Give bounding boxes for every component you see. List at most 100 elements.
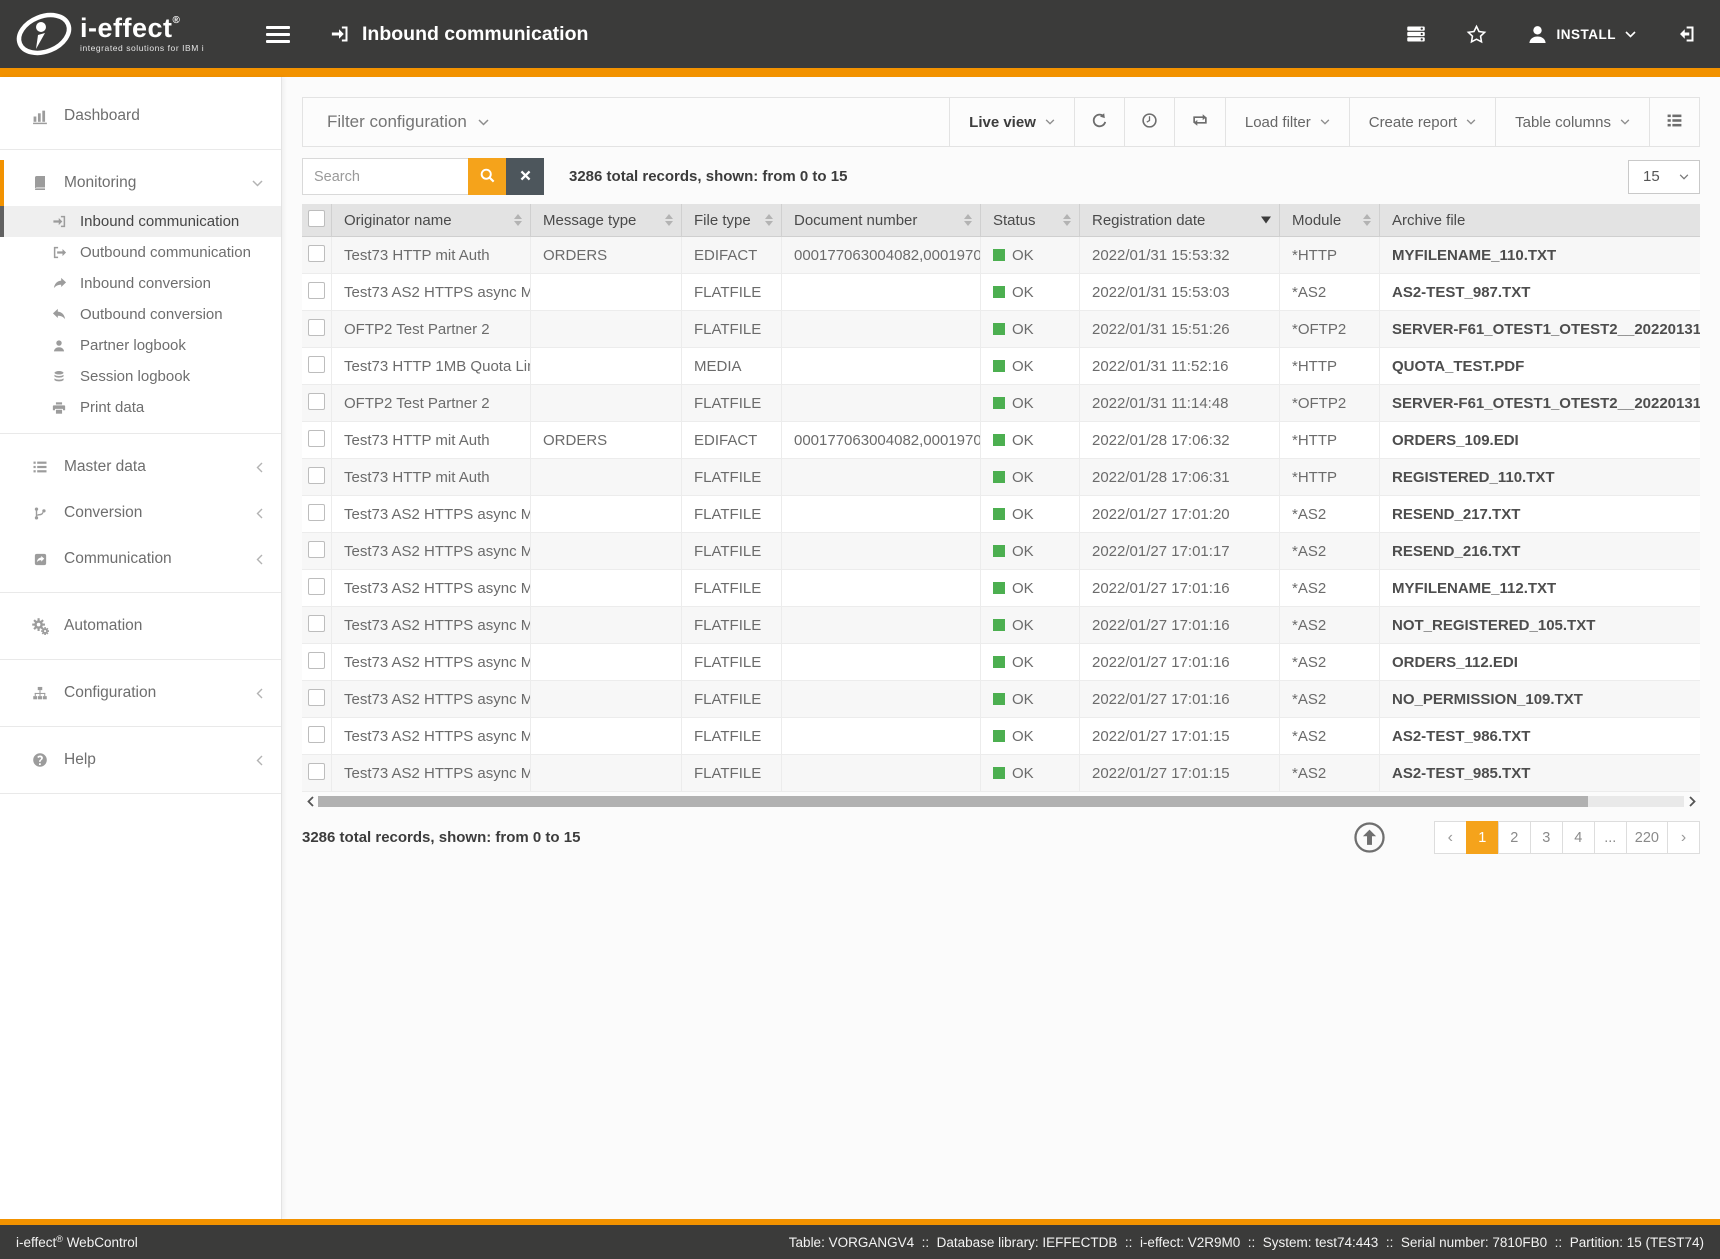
table-row[interactable]: OFTP2 Test Partner 2FLATFILEOK2022/01/31… (302, 385, 1700, 422)
row-checkbox[interactable] (308, 430, 325, 447)
logout-icon[interactable] (1676, 24, 1696, 44)
row-checkbox[interactable] (308, 689, 325, 706)
auto-reload-button[interactable] (1174, 98, 1225, 146)
row-checkbox[interactable] (308, 467, 325, 484)
sidebar-item-conversion[interactable]: Conversion (0, 490, 281, 536)
table-row[interactable]: Test73 AS2 HTTPS async MDNFLATFILEOK2022… (302, 607, 1700, 644)
cell-select (302, 681, 332, 718)
pagination-next[interactable]: › (1667, 821, 1700, 854)
row-checkbox[interactable] (308, 652, 325, 669)
column-header-file-type[interactable]: File type (682, 204, 782, 237)
sort-arrows-icon[interactable] (1363, 214, 1371, 226)
column-header-module[interactable]: Module (1280, 204, 1380, 237)
table-row[interactable]: Test73 AS2 HTTPS async MDNFLATFILEOK2022… (302, 274, 1700, 311)
sidebar-item-monitoring[interactable]: Monitoring (0, 160, 281, 206)
scroll-left-icon[interactable] (302, 796, 318, 807)
search-button[interactable] (468, 158, 506, 195)
table-row[interactable]: Test73 HTTP mit AuthORDERSEDIFACT0001770… (302, 237, 1700, 274)
pagination-page-2[interactable]: 2 (1498, 821, 1531, 854)
column-header-message-type[interactable]: Message type (531, 204, 682, 237)
scroll-right-icon[interactable] (1684, 796, 1700, 807)
table-row[interactable]: Test73 HTTP mit AuthORDERSEDIFACT0001770… (302, 422, 1700, 459)
column-header-status[interactable]: Status (981, 204, 1080, 237)
favorite-star-icon[interactable] (1466, 24, 1487, 45)
sidebar-item-help[interactable]: Help (0, 737, 281, 783)
table-row[interactable]: Test73 AS2 HTTPS async MDNFLATFILEOK2022… (302, 644, 1700, 681)
table-row[interactable]: Test73 AS2 HTTPS async MDNFLATFILEOK2022… (302, 533, 1700, 570)
sort-arrows-icon[interactable] (1063, 214, 1071, 226)
sort-arrows-icon[interactable] (665, 214, 673, 226)
table-row[interactable]: Test73 AS2 HTTPS async MDNFLATFILEOK2022… (302, 718, 1700, 755)
row-checkbox[interactable] (308, 356, 325, 373)
sidebar-item-label: Monitoring (64, 174, 136, 192)
pagination-page-1[interactable]: 1 (1466, 821, 1499, 854)
sidebar-item-automation[interactable]: Automation (0, 603, 281, 649)
clear-search-button[interactable] (506, 158, 544, 195)
row-checkbox[interactable] (308, 541, 325, 558)
select-all-checkbox[interactable] (308, 210, 325, 227)
column-header-label: Document number (794, 212, 917, 229)
row-checkbox[interactable] (308, 393, 325, 410)
list-view-button[interactable] (1649, 98, 1699, 146)
table-row[interactable]: Test73 AS2 HTTPS async MDNFLATFILEOK2022… (302, 681, 1700, 718)
server-icon[interactable] (1406, 24, 1426, 44)
sidebar-item-outbound-conversion[interactable]: Outbound conversion (0, 299, 281, 330)
column-header-registration-date[interactable]: Registration date (1080, 204, 1280, 237)
scrollbar-track[interactable] (318, 796, 1684, 807)
search-input[interactable] (302, 158, 468, 195)
table-row[interactable]: OFTP2 Test Partner 2FLATFILEOK2022/01/31… (302, 311, 1700, 348)
filter-toolbar: Filter configuration Live view Load (302, 97, 1700, 147)
row-checkbox[interactable] (308, 245, 325, 262)
sort-arrows-icon[interactable] (964, 214, 972, 226)
sidebar-item-outbound-communication[interactable]: Outbound communication (0, 237, 281, 268)
table-row[interactable]: Test73 AS2 HTTPS async MDNFLATFILEOK2022… (302, 755, 1700, 792)
scrollbar-thumb[interactable] (318, 796, 1588, 807)
column-header-label: File type (694, 212, 751, 229)
row-checkbox[interactable] (308, 726, 325, 743)
row-checkbox[interactable] (308, 615, 325, 632)
scroll-to-top-button[interactable] (1353, 821, 1386, 854)
table-columns-dropdown[interactable]: Table columns (1495, 98, 1649, 146)
table-row[interactable]: Test73 AS2 HTTPS async MDNFLATFILEOK2022… (302, 570, 1700, 607)
pagination-row: 3286 total records, shown: from 0 to 15 … (302, 821, 1700, 854)
sidebar-item-partner-logbook[interactable]: Partner logbook (0, 330, 281, 361)
live-view-dropdown[interactable]: Live view (949, 98, 1074, 146)
sort-arrows-icon[interactable] (514, 214, 522, 226)
table-row[interactable]: Test73 HTTP 1MB Quota LimitMEDIAOK2022/0… (302, 348, 1700, 385)
sidebar-item-dashboard[interactable]: Dashboard (0, 93, 281, 139)
column-header-document-number[interactable]: Document number (782, 204, 981, 237)
column-header-originator-name[interactable]: Originator name (332, 204, 531, 237)
row-checkbox[interactable] (308, 578, 325, 595)
create-report-dropdown[interactable]: Create report (1349, 98, 1495, 146)
sort-arrows-icon[interactable] (765, 214, 773, 226)
user-menu[interactable]: INSTALL (1527, 24, 1637, 45)
table-row[interactable]: Test73 HTTP mit AuthFLATFILEOK2022/01/28… (302, 459, 1700, 496)
schedule-button[interactable] (1124, 98, 1174, 146)
filter-configuration-dropdown[interactable]: Filter configuration (303, 98, 949, 146)
column-header-archive-file[interactable]: Archive file (1380, 204, 1700, 237)
row-checkbox[interactable] (308, 282, 325, 299)
sidebar-item-master-data[interactable]: Master data (0, 444, 281, 490)
pagination-prev[interactable]: ‹ (1434, 821, 1467, 854)
sidebar-item-inbound-conversion[interactable]: Inbound conversion (0, 268, 281, 299)
row-checkbox[interactable] (308, 763, 325, 780)
table-row[interactable]: Test73 AS2 HTTPS async MDNFLATFILEOK2022… (302, 496, 1700, 533)
sidebar-item-print-data[interactable]: Print data (0, 392, 281, 423)
sidebar-item-configuration[interactable]: Configuration (0, 670, 281, 716)
row-checkbox[interactable] (308, 504, 325, 521)
sidebar-item-communication[interactable]: Communication (0, 536, 281, 582)
pagination-page-...[interactable]: ... (1594, 821, 1627, 854)
row-checkbox[interactable] (308, 319, 325, 336)
sidebar-item-inbound-communication[interactable]: Inbound communication (0, 206, 281, 237)
menu-toggle-icon[interactable] (260, 20, 296, 49)
sort-desc-icon[interactable] (1261, 217, 1271, 224)
load-filter-dropdown[interactable]: Load filter (1225, 98, 1349, 146)
pagination-page-3[interactable]: 3 (1530, 821, 1563, 854)
horizontal-scrollbar[interactable] (302, 794, 1700, 809)
pagination-page-220[interactable]: 220 (1626, 821, 1668, 854)
refresh-button[interactable] (1074, 98, 1124, 146)
pagination-page-4[interactable]: 4 (1562, 821, 1595, 854)
page-size-select[interactable]: 15 (1628, 160, 1700, 194)
brand-logo[interactable]: i-effect® integrated solutions for IBM i (0, 9, 244, 59)
sidebar-item-session-logbook[interactable]: Session logbook (0, 361, 281, 392)
